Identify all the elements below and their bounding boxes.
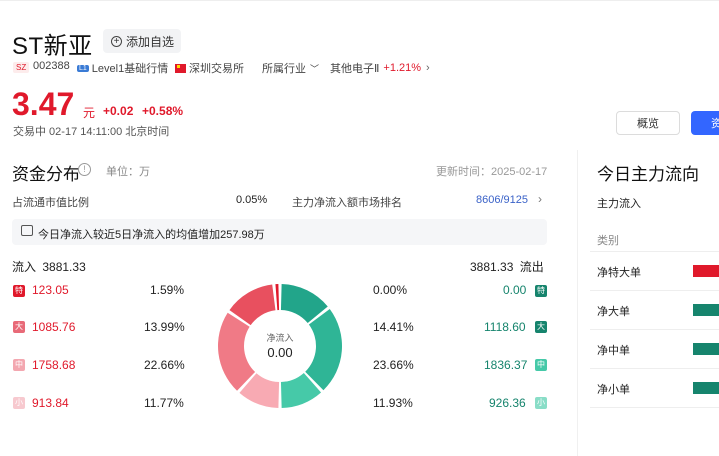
level-tag: L1 [77,64,89,72]
industry-label: 所属行业 [262,63,306,75]
donut-segment-inflow-super [275,284,280,311]
industry-dropdown[interactable]: 所属行业 ﹀ [262,60,319,76]
panel-divider [577,150,578,456]
industry-name: 其他电子Ⅱ [330,63,380,75]
trading-status: 交易中 02-17 14:11:00 北京时间 [13,126,170,138]
row-divider [590,407,719,408]
float-ratio-value: 0.05% [236,194,268,206]
current-price: 3.47 [12,86,75,122]
stock-name: ST新亚 [12,33,93,60]
category-small: 净小单 [597,384,630,396]
category-medium: 净中单 [597,345,630,357]
plus-icon: + [111,35,122,47]
outflow-pct-small: 11.93% [373,396,413,410]
inflow-label: 流入 [12,260,37,274]
outflow-badge-small: 小 [535,397,547,409]
inflow-pct-super: 1.59% [150,283,185,297]
price-change-pct: +0.58% [142,104,184,118]
float-ratio-label: 占流通市值比例 [12,197,89,209]
outflow-total: 3881.33 流出 [470,258,544,275]
add-watchlist-button[interactable]: + 添加自选 [103,29,181,53]
inflow-total: 流入 3881.33 [12,258,86,275]
category-super-large: 净特大单 [597,267,641,279]
blue-action-button[interactable]: 资 [691,111,719,135]
overview-button[interactable]: 概览 [616,111,680,135]
outflow-badge-super: 特 [535,285,547,297]
industry-change: +1.21% [383,62,422,74]
flag-icon [175,63,186,73]
inflow-pct-large: 13.99% [144,320,185,334]
price-unit: 元 [83,106,96,120]
row-divider [590,290,719,291]
inflow-pct-medium: 22.66% [144,358,185,372]
outflow-label: 流出 [519,260,544,274]
inflow-badge-small: 小 [13,397,25,409]
trend-chart-icon [21,225,33,236]
donut-segment-inflow-medium [218,312,256,391]
market-tag: SZ [13,62,30,73]
row-divider [590,368,719,369]
inflow-value-medium: 1758.68 [32,358,76,372]
outflow-value-super: 0.00 [503,283,527,297]
bar-super-large [693,265,719,277]
outflow-value: 3881.33 [470,260,514,274]
banner-text: 今日净流入较近5日净流入的均值增加257.98万 [38,229,265,241]
donut-segment-outflow-medium [305,309,342,391]
level-label: Level1基础行情 [91,63,169,75]
net-inflow-label: 净流入 [266,333,294,343]
bar-medium [693,343,719,355]
chevron-right-icon: › [426,62,430,74]
outflow-pct-medium: 23.66% [373,358,414,372]
inflow-value-super: 123.05 [32,283,69,297]
outflow-pct-large: 14.41% [373,320,414,334]
chevron-down-icon: ﹀ [310,63,320,74]
outflow-badge-large: 大 [535,321,547,333]
rank-value[interactable]: 8606/9125 [476,194,528,206]
add-watchlist-label: 添加自选 [126,34,175,49]
update-time: 更新时间：2025-02-17 [436,166,548,178]
unit-label: 单位：万 [106,166,150,178]
outflow-value-small: 926.36 [489,396,526,410]
category-label: 类别 [597,235,619,247]
level-info[interactable]: L1 Level1基础行情 [77,60,168,76]
price-change: +0.02 [103,104,134,118]
fund-distribution-title: 资金分布 [12,165,80,184]
chevron-right-icon[interactable]: › [538,192,542,206]
outflow-pct-super: 0.00% [373,283,408,297]
row-divider [590,329,719,330]
top-divider [0,0,719,1]
bar-small [693,382,719,394]
exchange-label: 深圳交易所 [189,63,244,75]
inflow-value-large: 1085.76 [32,320,76,334]
inflow-badge-medium: 中 [13,359,25,371]
row-divider [590,251,719,252]
outflow-value-medium: 1836.37 [484,358,528,372]
main-flow-header: 主力流入 [597,198,641,210]
outflow-value-large: 1118.60 [484,320,526,334]
outflow-badge-medium: 中 [535,359,547,371]
stock-code: 002388 [33,60,70,72]
net-inflow-value: 0.00 [267,345,293,360]
rank-label: 主力净流入额市场排名 [292,197,402,209]
bar-large [693,304,719,316]
inflow-value-small: 913.84 [32,396,69,410]
inflow-badge-super: 特 [13,285,25,297]
category-large: 净大单 [597,306,630,318]
inflow-value: 3881.33 [42,260,86,274]
inflow-badge-large: 大 [13,321,25,333]
industry-link[interactable]: 其他电子Ⅱ +1.21% › [330,60,430,76]
inflow-pct-small: 11.77% [144,396,184,410]
main-flow-title: 今日主力流向 [597,165,699,184]
info-icon[interactable]: ! [78,163,91,176]
exchange-info: 深圳交易所 [175,60,244,76]
